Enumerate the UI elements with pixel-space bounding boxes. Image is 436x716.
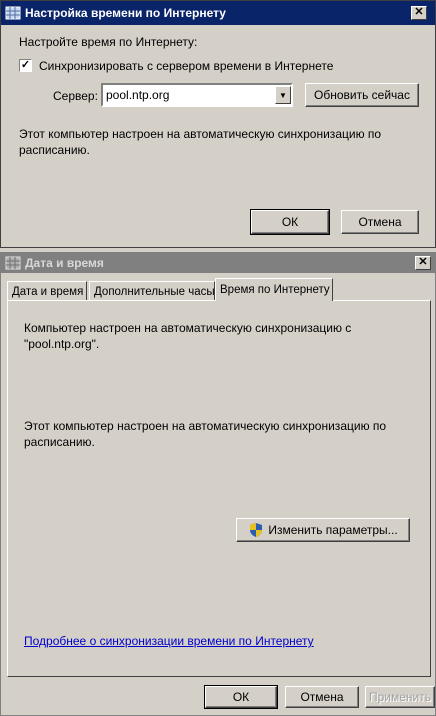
date-time-dialog: Дата и время ✕ Дата и время Дополнительн… — [0, 252, 436, 716]
server-label: Сервер: — [53, 89, 98, 103]
title-bar[interactable]: Настройка времени по Интернету ✕ — [1, 1, 435, 25]
update-now-button[interactable]: Обновить сейчас — [305, 83, 419, 107]
ok-button[interactable]: ОК — [250, 209, 330, 235]
clock-globe-icon — [5, 256, 21, 270]
sync-checkbox-label[interactable]: Синхронизировать с сервером времени в Ин… — [39, 59, 333, 73]
dialog-title: Настройка времени по Интернету — [25, 6, 226, 20]
cancel-button[interactable]: Отмена — [341, 210, 419, 234]
internet-time-settings-dialog: Настройка времени по Интернету ✕ Настрой… — [0, 0, 436, 248]
close-icon[interactable]: ✕ — [415, 256, 431, 270]
change-settings-label[interactable]: Изменить параметры... — [268, 523, 397, 537]
close-icon[interactable]: ✕ — [411, 6, 427, 20]
more-info-link[interactable]: Подробнее о синхронизации времени по Инт… — [24, 633, 414, 649]
clock-globe-icon — [5, 6, 21, 20]
dialog-heading: Настройте время по Интернету: — [19, 35, 198, 49]
tab-additional-clocks[interactable]: Дополнительные часы — [89, 281, 215, 301]
title-bar[interactable]: Дата и время ✕ — [1, 253, 435, 273]
schedule-text: Этот компьютер настроен на автоматическу… — [24, 419, 387, 449]
server-combobox[interactable]: pool.ntp.org ▼ — [101, 83, 293, 107]
ok-button[interactable]: ОК — [204, 685, 278, 709]
dialog-title: Дата и время — [25, 256, 104, 270]
sync-checkbox[interactable]: ✓ — [19, 59, 32, 72]
uac-shield-icon — [250, 523, 263, 537]
apply-button[interactable]: Применить — [365, 686, 435, 708]
internet-time-panel: Компьютер настроен на автоматическую син… — [7, 300, 431, 677]
chevron-down-icon[interactable]: ▼ — [275, 86, 291, 104]
cancel-button[interactable]: Отмена — [285, 686, 359, 708]
info-text: Этот компьютер настроен на автоматическу… — [19, 127, 382, 157]
server-value[interactable]: pool.ntp.org — [103, 88, 275, 102]
tab-date-time[interactable]: Дата и время — [7, 281, 87, 301]
sync-status-text: Компьютер настроен на автоматическую син… — [24, 321, 352, 351]
tab-internet-time[interactable]: Время по Интернету — [215, 278, 333, 301]
change-settings-button[interactable]: Изменить параметры... — [236, 518, 410, 542]
